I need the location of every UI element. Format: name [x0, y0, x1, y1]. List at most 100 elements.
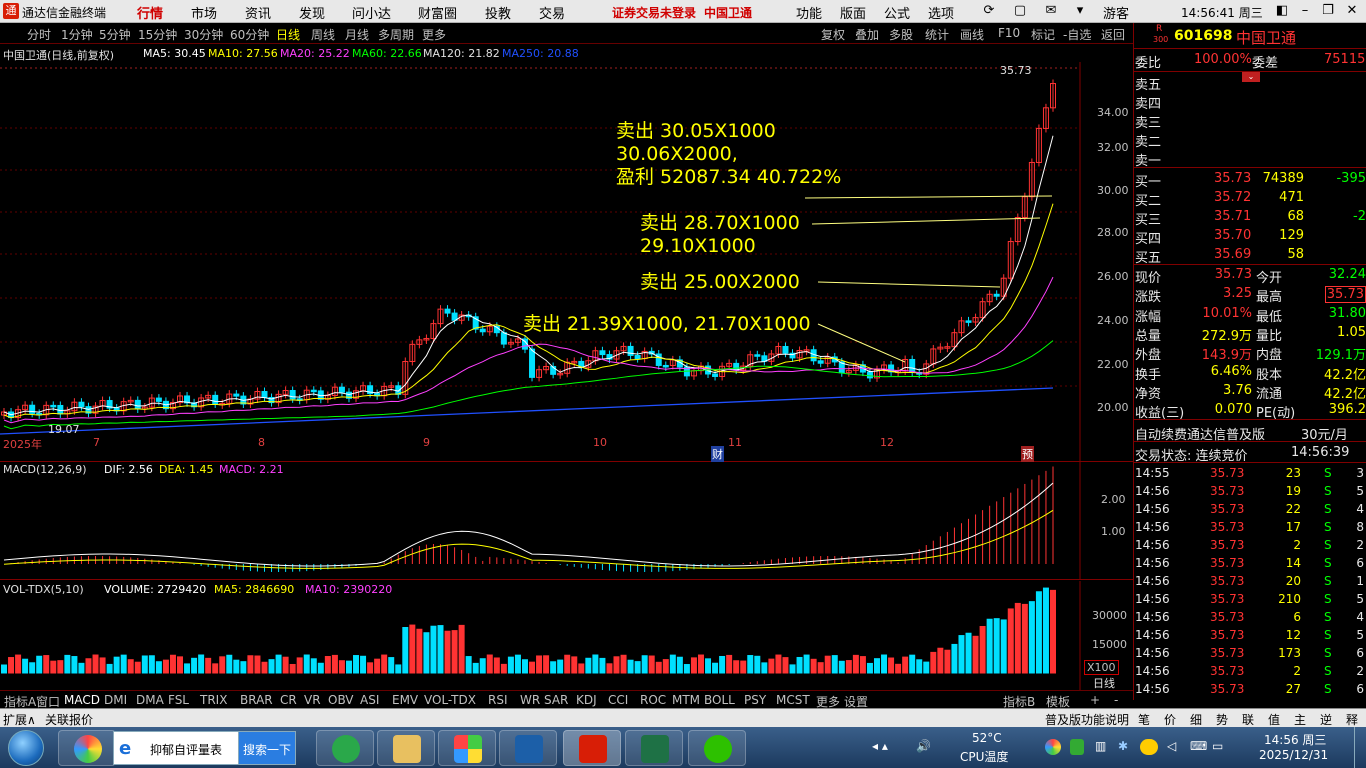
quote-tab[interactable]: 细 [1190, 711, 1202, 728]
btn-fuquan[interactable]: 复权 [821, 26, 845, 43]
btn-huaxian[interactable]: 画线 [960, 26, 984, 43]
login-notice[interactable]: 证券交易未登录 [612, 4, 696, 21]
period-15min[interactable]: 15分钟 [138, 26, 177, 43]
indicator-tab[interactable]: CR [280, 693, 297, 707]
quote-tab[interactable]: 逆 [1320, 711, 1332, 728]
taskbar-excel[interactable] [625, 730, 683, 766]
menu-zixun[interactable]: 资讯 [245, 3, 271, 22]
tray-app-icon[interactable] [1140, 739, 1158, 755]
tray-speaker-icon[interactable]: 🔊 [916, 739, 931, 753]
quote-tab[interactable]: 价 [1164, 711, 1176, 728]
indicator-tab[interactable]: DMI [104, 693, 127, 707]
menu-shichang[interactable]: 市场 [191, 3, 217, 22]
taskbar-wechat[interactable] [688, 730, 746, 766]
indicator-tab[interactable]: DMA [136, 693, 164, 707]
promo-price[interactable]: 30元/月 [1301, 424, 1348, 443]
indicator-tab[interactable]: ROC [640, 693, 666, 707]
promo-text[interactable]: 自动续费通达信普及版 [1135, 424, 1265, 443]
network-icon[interactable]: ▥ [1095, 739, 1106, 753]
menu-banmian[interactable]: 版面 [840, 3, 866, 22]
promo-row[interactable]: 自动续费通达信普及版 30元/月 [1134, 422, 1366, 443]
report-marker[interactable]: 预 [1021, 446, 1034, 462]
btn-tongji[interactable]: 统计 [925, 26, 949, 43]
quote-tab[interactable]: 值 [1268, 711, 1280, 728]
period-monthly[interactable]: 月线 [345, 26, 369, 43]
refresh-icon[interactable]: ⟳ [980, 2, 998, 20]
btn-f10[interactable]: F10 [998, 26, 1020, 40]
restore-icon[interactable]: ❐ [1319, 2, 1337, 20]
kline-chart[interactable]: 34.00 32.00 30.00 28.00 26.00 24.00 22.0… [0, 62, 1133, 462]
minimize-icon[interactable]: – [1296, 2, 1314, 20]
related-quote-button[interactable]: 关联报价 [45, 711, 93, 728]
quote-tab[interactable]: 势 [1216, 711, 1228, 728]
dropdown-icon[interactable]: ▾ [1071, 2, 1089, 20]
expand-button[interactable]: 扩展∧ [3, 711, 36, 728]
indicator-tab[interactable]: TRIX [200, 693, 227, 707]
menu-gongneng[interactable]: 功能 [796, 3, 822, 22]
period-5min[interactable]: 5分钟 [99, 26, 131, 43]
indicator-tab[interactable]: MTM [672, 693, 700, 707]
btn-duogu[interactable]: 多股 [889, 26, 913, 43]
period-multi[interactable]: 多周期 [378, 26, 414, 43]
shield-tray-icon[interactable] [1070, 739, 1084, 755]
kline-svg[interactable] [0, 62, 1133, 462]
period-1min[interactable]: 1分钟 [61, 26, 93, 43]
close-icon[interactable]: ✕ [1343, 2, 1361, 20]
taskbar-app-1[interactable] [58, 730, 116, 766]
menu-wenxiaoda[interactable]: 问小达 [352, 3, 391, 22]
tray-arrows-icon[interactable]: ◂ ▴ [872, 739, 888, 753]
quote-tab[interactable]: 释 [1346, 711, 1358, 728]
start-button-icon[interactable] [8, 730, 44, 766]
taskbar-tongdaxin-blue[interactable] [499, 730, 557, 766]
show-desktop-button[interactable] [1354, 727, 1366, 768]
ime-icon[interactable]: ⌨ [1190, 739, 1207, 753]
quote-tab[interactable]: 主 [1294, 711, 1306, 728]
bluetooth-icon[interactable]: ✱ [1118, 739, 1128, 753]
btn-diejia[interactable]: 叠加 [855, 26, 879, 43]
indicator-tab[interactable]: FSL [168, 693, 189, 707]
mail-icon[interactable]: ✉ [1042, 2, 1060, 20]
quote-tab[interactable]: 联 [1242, 711, 1254, 728]
indicator-tab[interactable]: EMV [392, 693, 418, 707]
edition-help-link[interactable]: 普及版功能说明 [1045, 711, 1129, 728]
btn-biaoji[interactable]: 标记 [1031, 26, 1055, 43]
finance-marker[interactable]: 财 [711, 446, 724, 462]
menu-faxian[interactable]: 发现 [299, 3, 325, 22]
taskbar-app-grid[interactable] [438, 730, 496, 766]
indicator-tab[interactable]: RSI [488, 693, 508, 707]
indicator-tab[interactable]: PSY [744, 693, 766, 707]
volume-panel[interactable]: VOL-TDX(5,10) VOLUME: 2729420 MA5: 28466… [0, 581, 1133, 690]
skin-icon[interactable]: ◧ [1273, 2, 1291, 20]
taskbar-tongdaxin[interactable] [563, 730, 621, 766]
period-30min[interactable]: 30分钟 [184, 26, 223, 43]
indicator-tab[interactable]: BRAR [240, 693, 273, 707]
taskbar-explorer[interactable] [377, 730, 435, 766]
menu-jiaoyi[interactable]: 交易 [539, 3, 565, 22]
user-label[interactable]: 游客 [1103, 3, 1129, 22]
indicator-tab[interactable]: BOLL [704, 693, 735, 707]
lock-icon[interactable]: ▢ [1011, 2, 1029, 20]
indicator-tab[interactable]: VR [304, 693, 321, 707]
indicator-right-tab[interactable]: + [1090, 693, 1100, 707]
btn-zixuan[interactable]: -自选 [1063, 26, 1091, 43]
indicator-tab[interactable]: KDJ [576, 693, 597, 707]
indicator-tab[interactable]: MCST [776, 693, 810, 707]
indicator-tab[interactable]: ASI [360, 693, 379, 707]
macd-panel[interactable]: MACD(12,26,9) DIF: 2.56 DEA: 1.45 MACD: … [0, 462, 1133, 580]
indicator-tab[interactable]: MACD [64, 693, 100, 707]
period-daily[interactable]: 日线 [276, 26, 300, 43]
browser-task[interactable]: e 抑郁自评量表 [113, 731, 239, 765]
period-fenshi[interactable]: 分时 [27, 26, 51, 43]
period-weekly[interactable]: 周线 [311, 26, 335, 43]
menu-xuanxiang[interactable]: 选项 [928, 3, 954, 22]
indicator-tab[interactable]: VOL-TDX [424, 693, 476, 707]
menu-toujiao[interactable]: 投教 [485, 3, 511, 22]
period-more[interactable]: 更多 [422, 26, 446, 43]
display-icon[interactable]: ▭ [1212, 739, 1223, 753]
indicator-tab[interactable]: WR [520, 693, 540, 707]
indicator-right-tab[interactable]: - [1114, 693, 1118, 707]
chrome-tray-icon[interactable] [1045, 739, 1061, 755]
menu-gongshi[interactable]: 公式 [884, 3, 910, 22]
btn-fanhui[interactable]: 返回 [1101, 26, 1125, 43]
menu-hangqing[interactable]: 行情 [137, 3, 163, 22]
